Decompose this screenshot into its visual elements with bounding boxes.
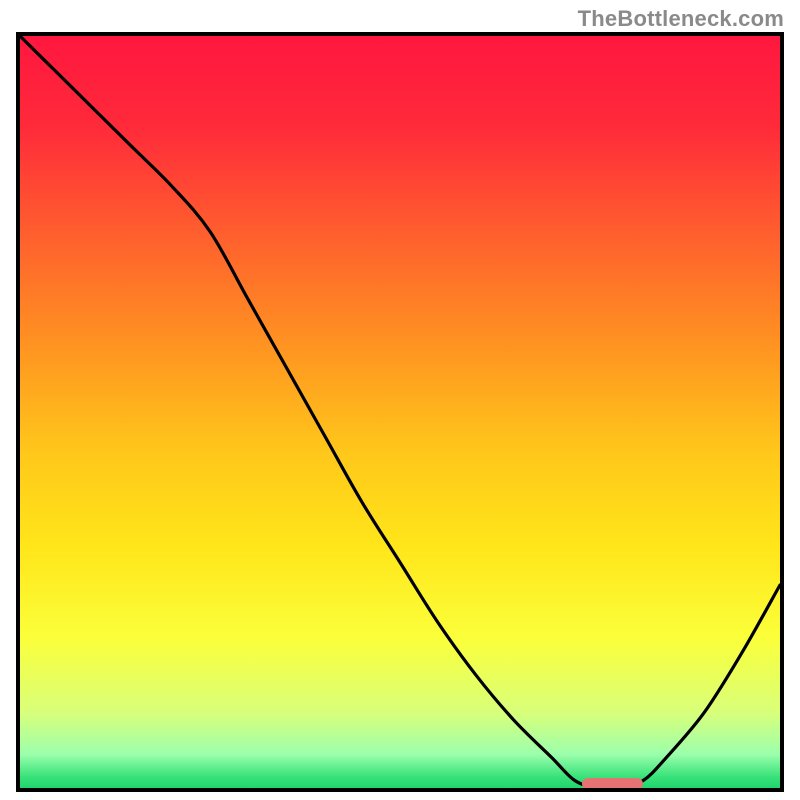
- chart-frame: [16, 32, 784, 792]
- chart-plot-area: [20, 36, 780, 788]
- gradient-rect: [20, 36, 780, 788]
- heatmap-gradient-background: [20, 36, 780, 788]
- watermark-text: TheBottleneck.com: [578, 6, 784, 32]
- optimal-range-marker: [582, 778, 643, 788]
